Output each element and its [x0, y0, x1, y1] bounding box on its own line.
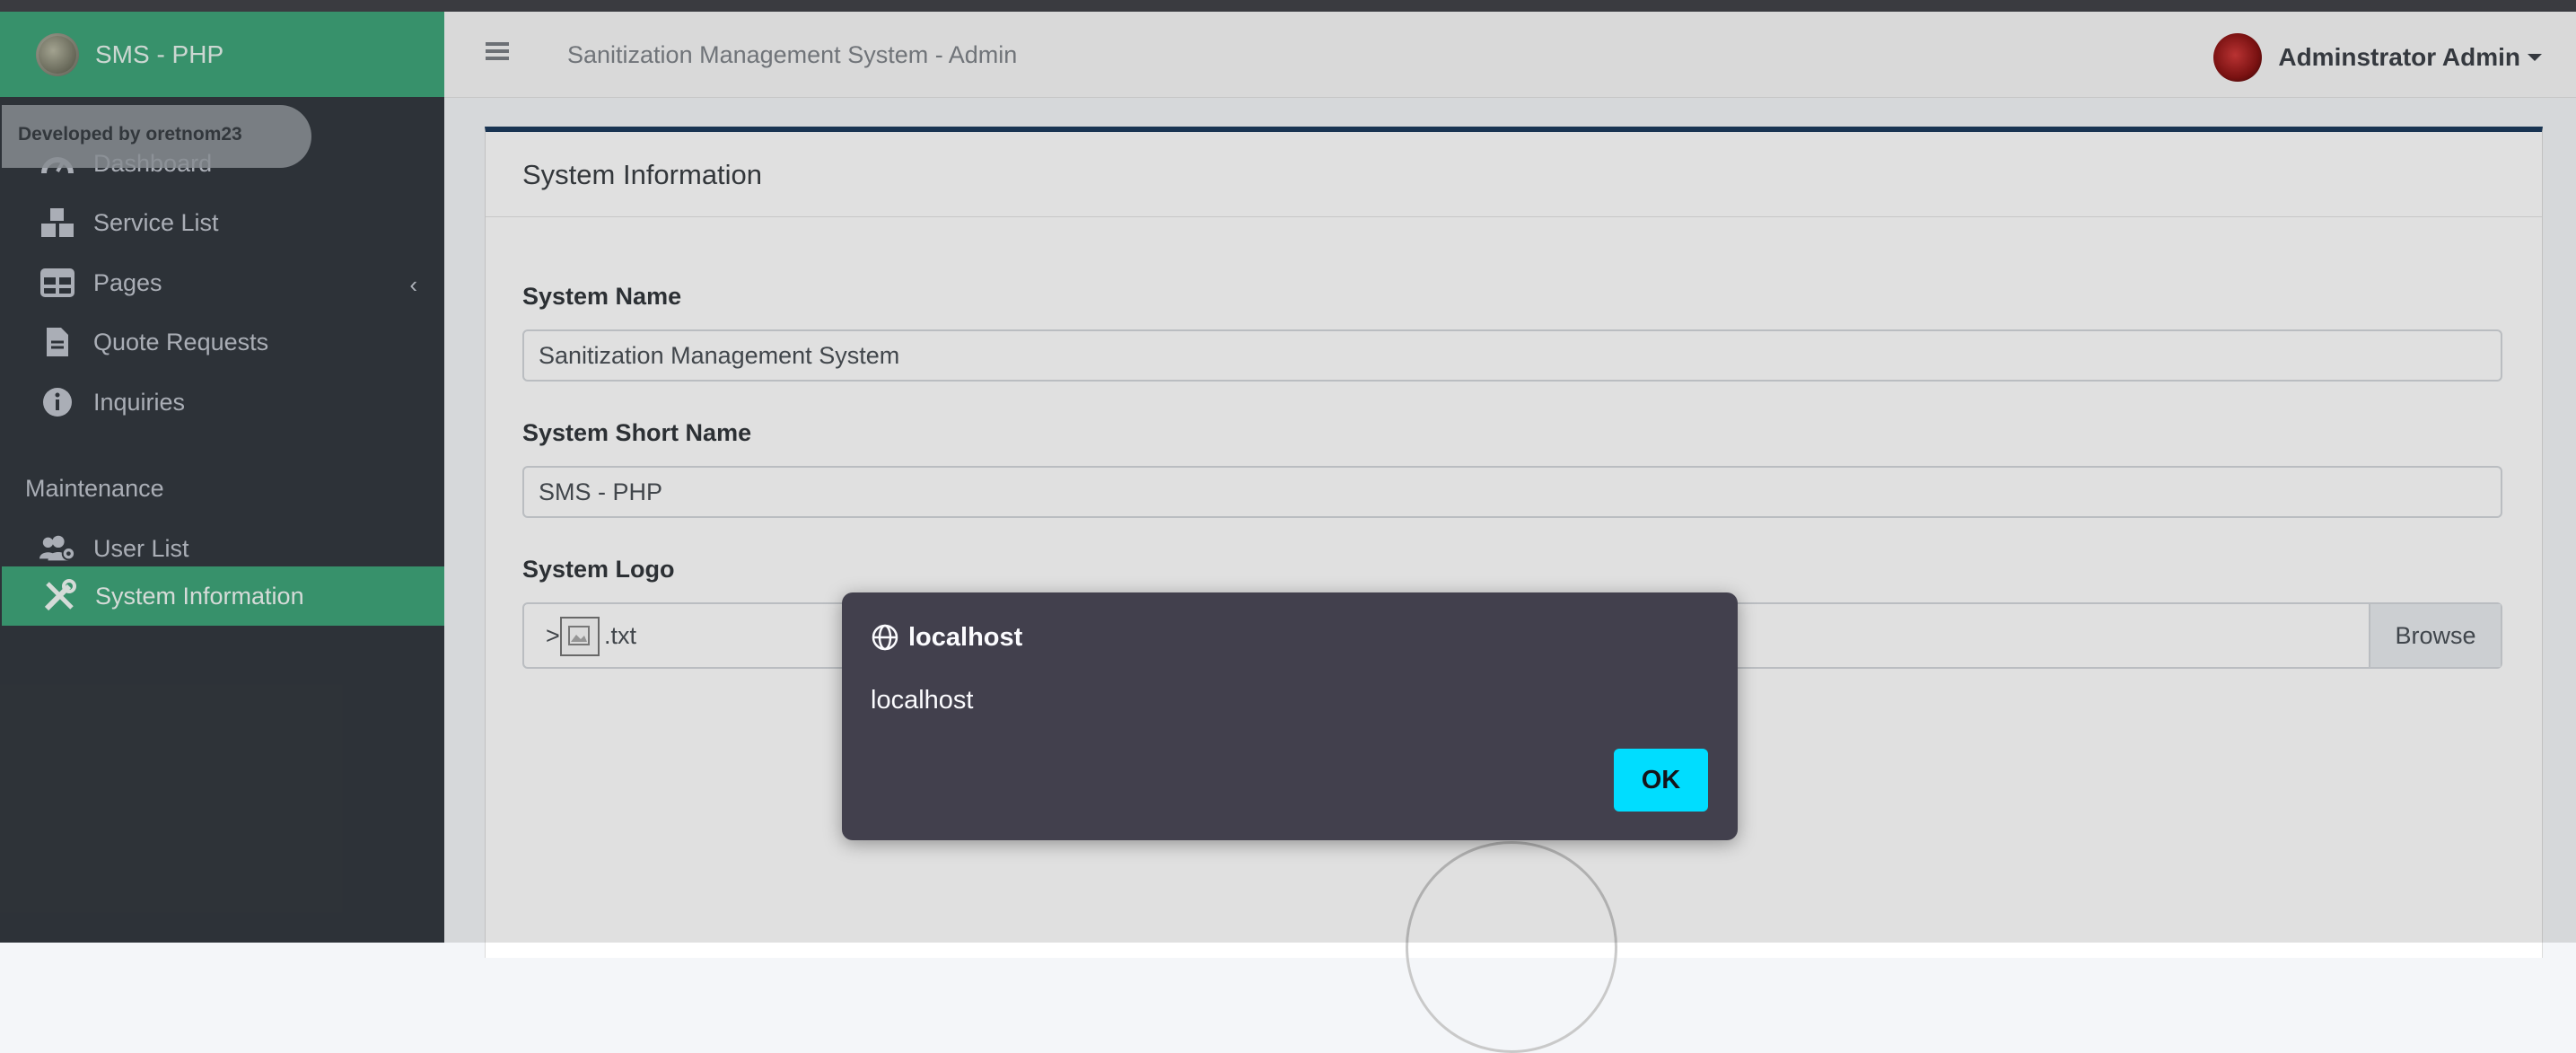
window-top-strip [0, 0, 2576, 12]
globe-icon [871, 623, 899, 652]
alert-dialog: localhost localhost OK [842, 592, 1738, 840]
dialog-message: localhost [871, 686, 974, 715]
dialog-title: localhost [908, 623, 1023, 652]
ok-button[interactable]: OK [1614, 749, 1708, 812]
